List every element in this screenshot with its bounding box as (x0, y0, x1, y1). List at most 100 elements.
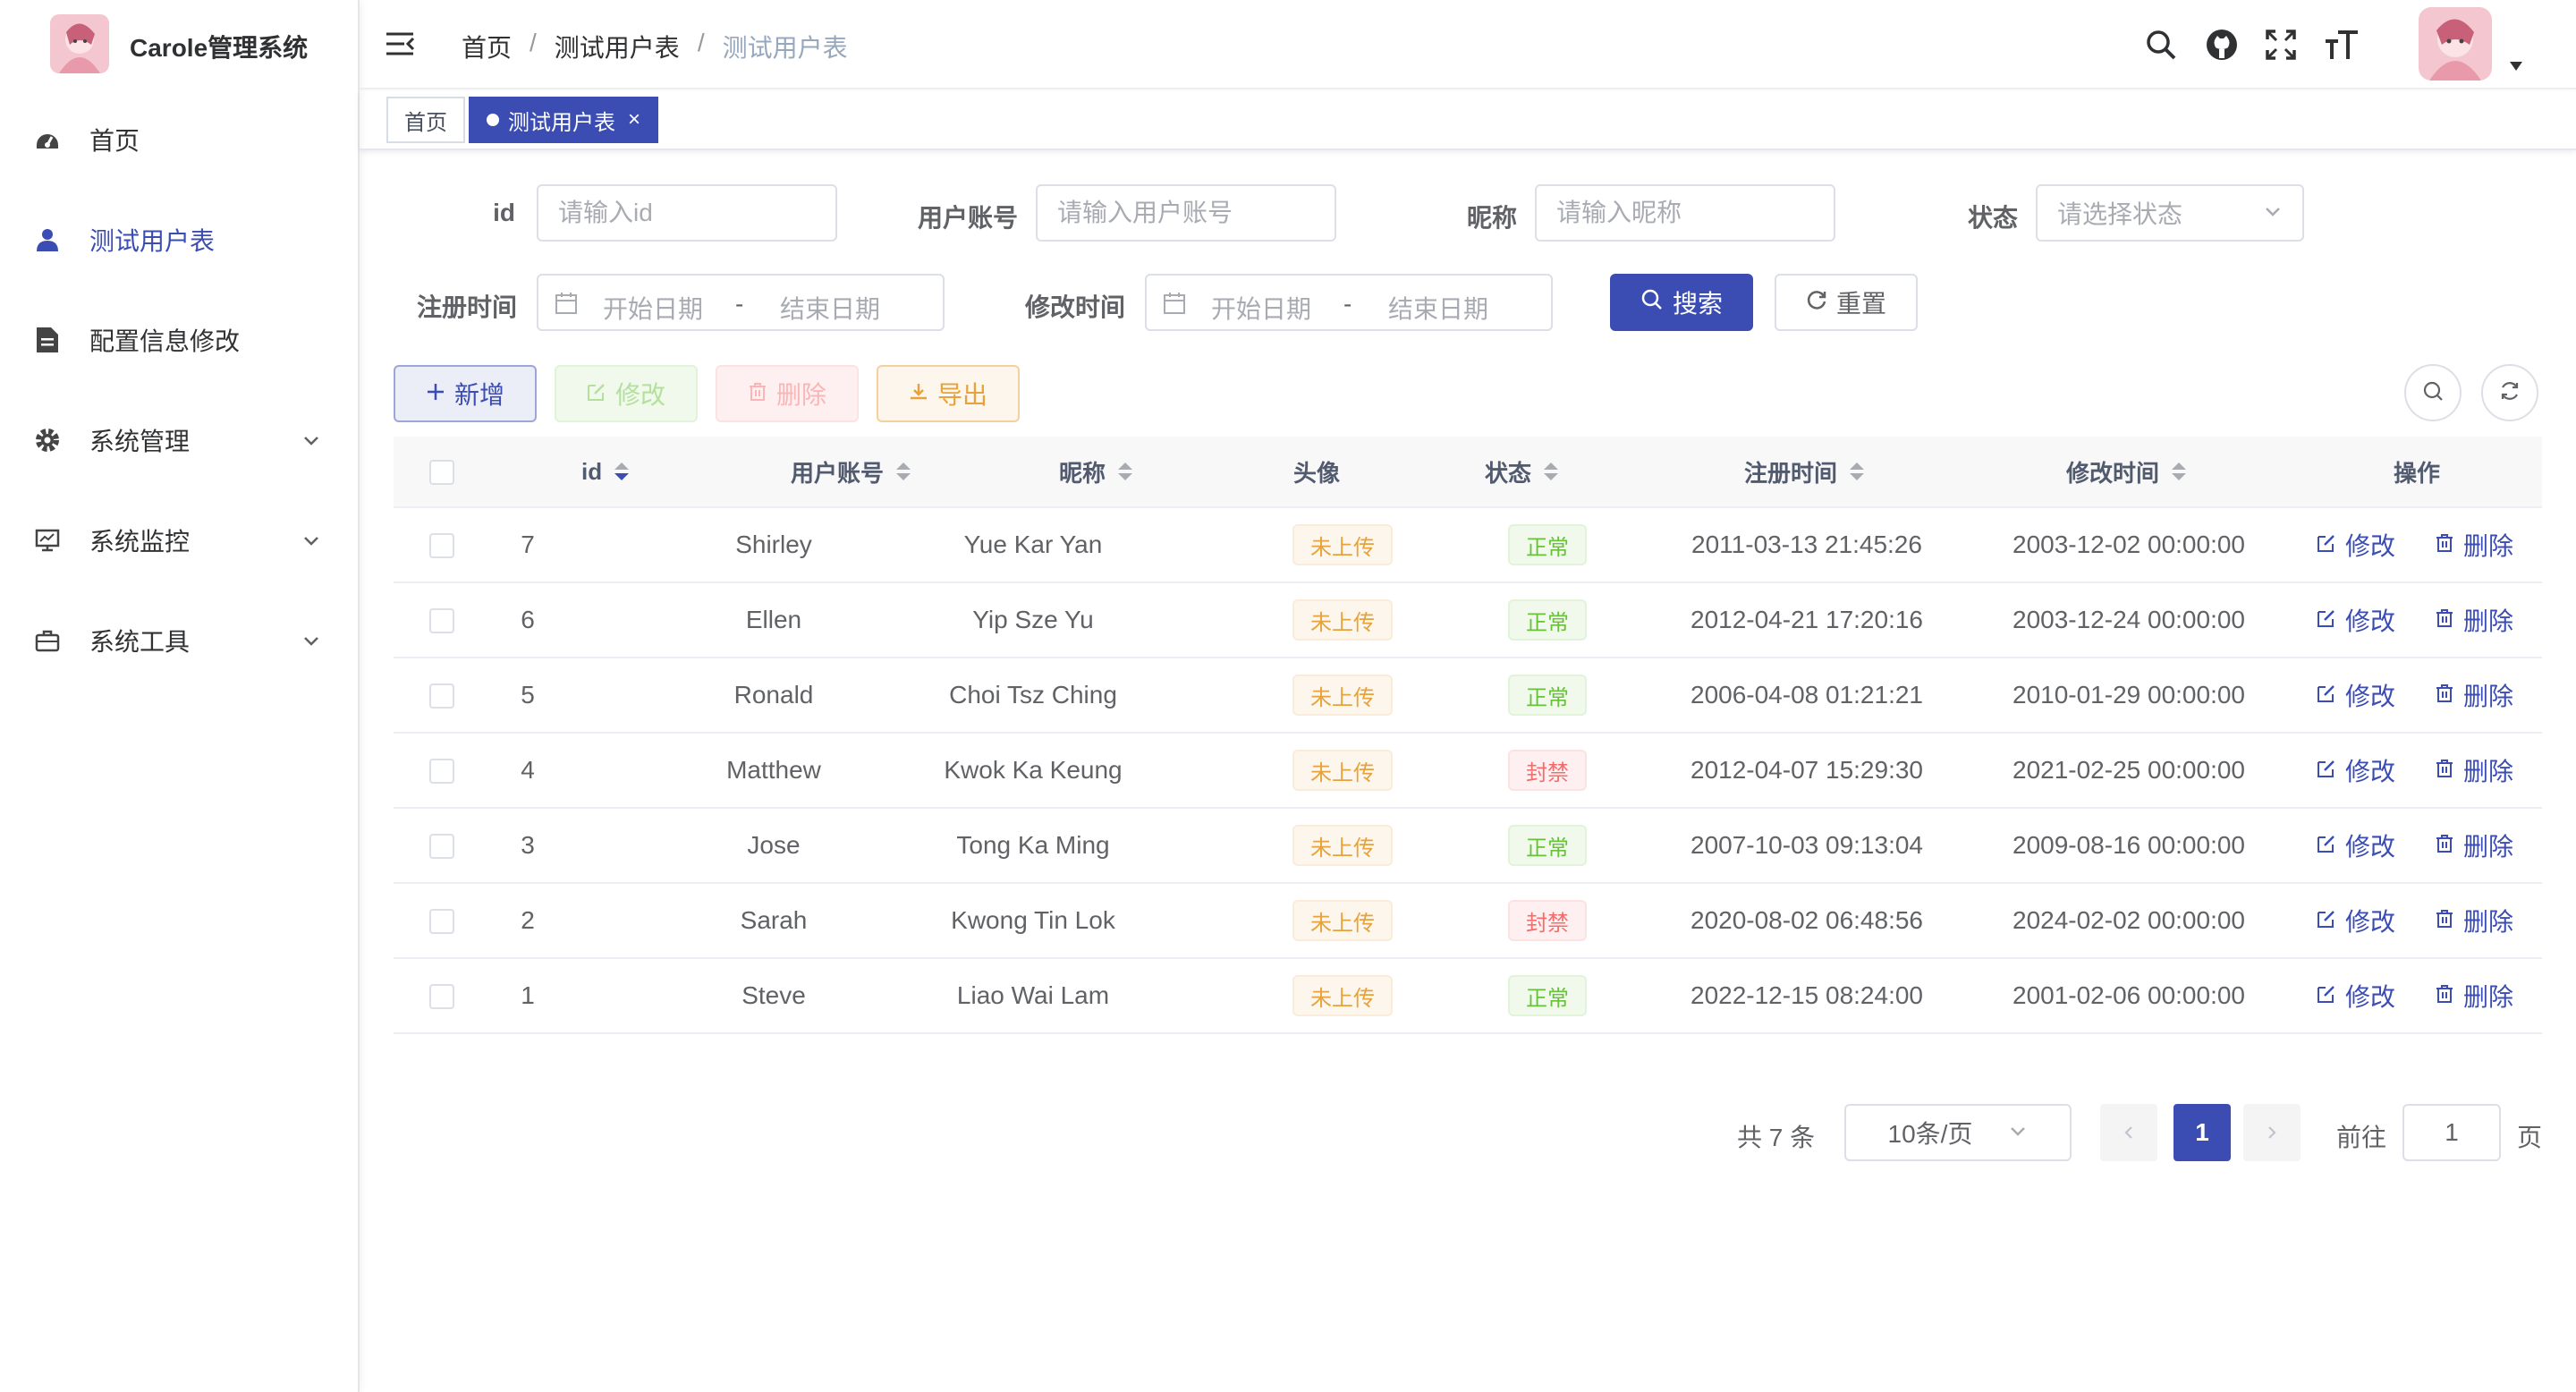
search-button[interactable]: 搜索 (1610, 274, 1753, 331)
trash-icon (2435, 831, 2454, 860)
row-edit-button[interactable]: 修改 (2317, 959, 2395, 1032)
modify-time-label: 修改时间 (1024, 293, 1125, 321)
status-select[interactable]: 请选择状态 (2036, 184, 2304, 242)
table-row[interactable]: 7 Shirley Yue Kar Yan 2011-03-13 21:45:26 20… (394, 508, 2542, 583)
start-date-input[interactable]: 开始日期 (603, 290, 703, 326)
id-field[interactable] (537, 184, 837, 242)
breadcrumb-item[interactable]: 首页 (462, 29, 512, 64)
edit-icon (2317, 981, 2336, 1010)
row-edit-button[interactable]: 修改 (2317, 658, 2395, 732)
row-delete-button[interactable]: 删除 (2435, 583, 2513, 657)
prev-page-button[interactable] (2100, 1104, 2157, 1161)
goto-page-input[interactable]: 1 (2402, 1104, 2501, 1161)
end-date-input[interactable]: 结束日期 (780, 290, 880, 326)
table-row[interactable]: 1 Steve Liao Wai Lam 2022-12-15 08:24:00 200… (394, 959, 2542, 1034)
toggle-search-button[interactable] (2404, 364, 2462, 421)
breadcrumb-item[interactable]: 测试用户表 (555, 29, 680, 64)
table-row[interactable]: 6 Ellen Yip Sze Yu 2012-04-21 17:20:16 2003-… (394, 583, 2542, 658)
nickname-input[interactable] (1556, 199, 1814, 227)
refresh-button[interactable] (2481, 364, 2538, 421)
start-date-input[interactable]: 开始日期 (1211, 290, 1311, 326)
table-row[interactable]: 4 Matthew Kwok Ka Keung 2012-04-07 15:29:30… (394, 734, 2542, 809)
row-edit-button[interactable]: 修改 (2317, 583, 2395, 657)
row-edit-button[interactable]: 修改 (2317, 734, 2395, 807)
col-header-account[interactable]: 用户账号 (791, 455, 911, 488)
avatar-status-tag: 未上传 (1292, 975, 1393, 1016)
edit-icon (587, 379, 606, 408)
row-edit-button[interactable]: 修改 (2317, 508, 2395, 581)
search-icon[interactable] (2141, 25, 2181, 64)
tag-test-users[interactable]: 测试用户表 × (469, 97, 659, 143)
sidebar-item-system-monitor[interactable]: 系统监控 (0, 490, 358, 590)
chevron-down-icon (301, 630, 322, 651)
delete-button[interactable]: 删除 (716, 365, 859, 422)
col-header-id[interactable]: id (581, 458, 630, 486)
caret-down-icon[interactable] (2510, 59, 2522, 71)
cell-id: 6 (521, 606, 535, 633)
cell-status: 正常 (1449, 959, 1646, 1032)
menu-fold-icon[interactable] (385, 29, 415, 59)
register-time-label: 注册时间 (416, 293, 517, 321)
sidebar-item-home[interactable]: 首页 (0, 89, 358, 190)
row-edit-button[interactable]: 修改 (2317, 884, 2395, 957)
page-number-button[interactable]: 1 (2174, 1104, 2231, 1161)
end-date-input[interactable]: 结束日期 (1388, 290, 1488, 326)
user-avatar[interactable] (2419, 7, 2492, 81)
col-header-nickname[interactable]: 昵称 (1059, 455, 1133, 488)
cell-modified: 2009-08-16 00:00:00 (2012, 831, 2245, 859)
account-input[interactable] (1057, 199, 1315, 227)
export-button[interactable]: 导出 (877, 365, 1020, 422)
date-separator: - (1343, 290, 1352, 318)
sidebar-item-system-tools[interactable]: 系统工具 (0, 590, 358, 691)
edit-icon (2317, 756, 2336, 785)
row-delete-button[interactable]: 删除 (2435, 658, 2513, 732)
cell-status: 封禁 (1449, 884, 1646, 957)
cell-nickname: Choi Tsz Ching (949, 681, 1117, 709)
font-size-icon[interactable] (2322, 25, 2361, 64)
col-header-modified[interactable]: 修改时间 (2066, 455, 2187, 488)
edit-button[interactable]: 修改 (555, 365, 698, 422)
id-label: id (493, 199, 515, 226)
reset-button[interactable]: 重置 (1775, 274, 1918, 331)
github-icon[interactable] (2202, 25, 2241, 64)
cell-id: 2 (521, 906, 535, 934)
table-row[interactable]: 5 Ronald Choi Tsz Ching 2006-04-08 01:21:21… (394, 658, 2542, 734)
account-field[interactable] (1036, 184, 1336, 242)
row-delete-button[interactable]: 删除 (2435, 884, 2513, 957)
sidebar-item-config[interactable]: 配置信息修改 (0, 290, 358, 390)
modify-date-range[interactable]: 开始日期 - 结束日期 (1145, 274, 1553, 331)
close-icon[interactable]: × (628, 107, 640, 132)
chevron-down-icon (301, 530, 322, 551)
sort-icon (1544, 463, 1559, 480)
table-row[interactable]: 2 Sarah Kwong Tin Lok 2020-08-02 06:48:56 20… (394, 884, 2542, 959)
trash-icon (2435, 756, 2454, 785)
breadcrumb-current: 测试用户表 (722, 34, 848, 62)
row-edit-button[interactable]: 修改 (2317, 809, 2395, 882)
row-edit-label: 修改 (2345, 833, 2396, 861)
row-delete-button[interactable]: 删除 (2435, 809, 2513, 882)
col-header-registered[interactable]: 注册时间 (1744, 455, 1865, 488)
breadcrumb-separator: / (530, 29, 537, 56)
row-delete-button[interactable]: 删除 (2435, 959, 2513, 1032)
fullscreen-icon[interactable] (2261, 25, 2301, 64)
calendar-icon (555, 292, 578, 315)
row-delete-button[interactable]: 删除 (2435, 734, 2513, 807)
next-page-button[interactable] (2243, 1104, 2301, 1161)
cell-status: 正常 (1449, 658, 1646, 732)
col-header-status[interactable]: 状态 (1485, 455, 1559, 488)
sidebar-item-system-admin[interactable]: 系统管理 (0, 390, 358, 490)
nickname-field[interactable] (1535, 184, 1835, 242)
select-all-checkbox[interactable] (429, 460, 454, 485)
cell-modified: 2024-02-02 00:00:00 (2012, 906, 2245, 934)
sidebar-item-test-users[interactable]: 测试用户表 (0, 190, 358, 290)
sidebar-item-label: 系统工具 (89, 628, 191, 656)
row-delete-button[interactable]: 删除 (2435, 508, 2513, 581)
tag-home[interactable]: 首页 (386, 97, 465, 143)
add-button[interactable]: 新增 (394, 365, 537, 422)
register-date-range[interactable]: 开始日期 - 结束日期 (537, 274, 945, 331)
id-input[interactable] (558, 199, 816, 227)
table-row[interactable]: 3 Jose Tong Ka Ming 2007-10-03 09:13:04 2009… (394, 809, 2542, 884)
status-badge: 正常 (1508, 675, 1587, 716)
page-size-select[interactable]: 10条/页 (1844, 1104, 2072, 1161)
sort-icon (2172, 463, 2187, 480)
